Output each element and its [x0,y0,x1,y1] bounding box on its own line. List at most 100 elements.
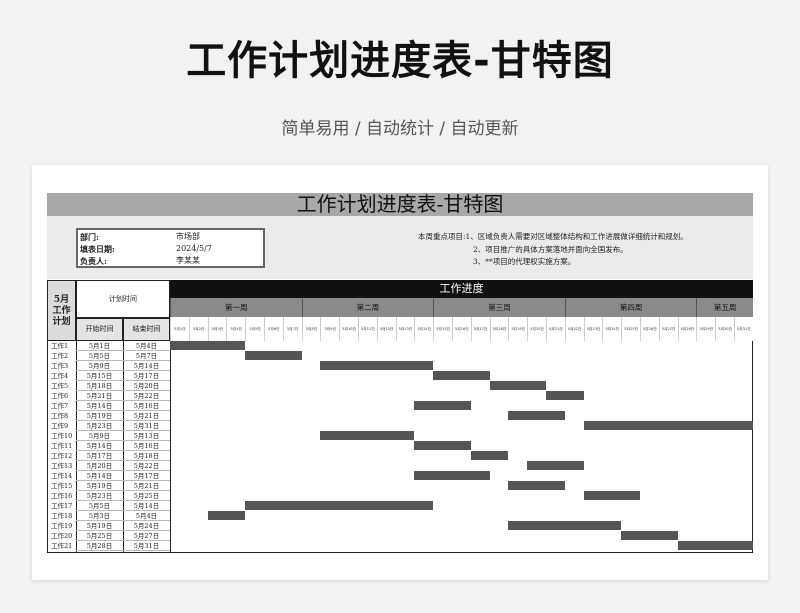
day-header: 5月19日 [508,317,528,341]
task-name: 工作17 [51,502,73,510]
row-divider [76,550,170,551]
task-name: 工作16 [51,492,73,500]
day-header: 5月12日 [376,317,396,341]
day-header: 5月6日 [264,317,283,341]
gantt-bar [433,371,490,380]
week-header: 第二周 [301,298,434,317]
column-divider [170,341,171,553]
gantt-bar [414,471,490,480]
task-name: 工作3 [51,362,69,370]
note-line: 本周重点项目:1、区域负责人需要对区域整体结构和工作进展做详细统计和规划。 [418,232,688,241]
gantt-bar [170,341,246,350]
gantt-bar [489,381,546,390]
gantt-bar [508,481,565,490]
day-header: 5月29日 [696,317,716,341]
day-header: 5月15日 [433,317,452,341]
progress-header: 工作进度 [170,280,753,298]
day-header: 5月2日 [188,317,208,341]
department-value: 市场部 [176,232,200,241]
day-header: 5月20日 [527,317,546,341]
day-header: 5月28日 [677,317,697,341]
task-name: 工作19 [51,522,73,530]
info-row-owner: 负责人: 李某某 [80,255,263,267]
day-header: 5月16日 [452,317,471,341]
month-label: 5月 工作 计划 [52,295,71,327]
day-header: 5月5日 [245,317,264,341]
day-header: 5月18日 [489,317,509,341]
day-header: 5月9日 [320,317,340,341]
task-name: 工作12 [51,452,73,460]
day-header: 5月3日 [207,317,227,341]
gantt-bar [245,501,434,510]
week-header: 第一周 [170,298,302,317]
task-name: 工作2 [51,352,69,360]
day-header: 5月8日 [301,317,321,341]
day-header: 5月30日 [715,317,734,341]
day-header: 5月4日 [226,317,246,341]
task-name: 工作13 [51,462,73,470]
gantt-bar [546,391,584,400]
gantt-bar [245,351,302,360]
day-header: 5月11日 [358,317,377,341]
note-line: 2、项目推广的具体方案落地并面向全国发布。 [473,244,628,254]
end-time-header: 结束时间 [123,318,170,341]
day-header: 5月1日 [170,317,189,341]
day-header: 5月25日 [621,317,640,341]
gantt-bar [320,431,415,440]
gantt-bar [583,491,640,500]
day-header: 5月17日 [470,317,490,341]
gantt-bar [508,411,565,420]
task-name: 工作6 [51,392,69,400]
task-name: 工作4 [51,372,69,380]
task-name: 工作11 [51,442,73,450]
sheet-title: 工作计划进度表-甘特图 [47,193,753,216]
week-header: 第四周 [564,298,697,317]
task-name: 工作21 [51,542,73,550]
date-value: 2024/5/7 [176,244,212,253]
gantt-bar [621,531,678,540]
gantt-bar [527,461,584,470]
department-label: 部门: [80,232,99,242]
day-header: 5月14日 [414,317,434,341]
task-name: 工作10 [51,432,73,440]
task-name: 工作1 [51,342,69,350]
week-header: 第五周 [696,298,753,317]
plan-time-header: 计划时间 [76,280,170,318]
info-row-department: 部门: 市场部 [80,231,263,243]
info-row-date: 填表日期: 2024/5/7 [80,243,263,255]
note-line: 3、**项目的代理权实施方案。 [473,257,576,266]
gantt-bar [207,511,246,520]
day-header: 5月22日 [564,317,584,341]
gantt-bar [508,521,622,530]
task-name: 工作20 [51,532,73,540]
day-header: 5月13日 [395,317,415,341]
task-name: 工作5 [51,382,69,390]
gantt-bar [677,541,753,550]
day-header: 5月24日 [602,317,622,341]
gantt-bar [414,441,471,450]
day-header: 5月31日 [734,317,753,341]
date-label: 填表日期: [80,244,115,254]
day-header: 5月23日 [583,317,603,341]
task-name: 工作9 [51,422,69,430]
gantt-bar [320,361,434,370]
gantt-bar [583,421,753,430]
day-header: 5月21日 [546,317,565,341]
gantt-bar [470,451,509,460]
week-header: 第三周 [433,298,565,317]
owner-value: 李某某 [176,256,200,265]
page-title: 工作计划进度表-甘特图 [186,38,614,84]
day-header: 5月10日 [339,317,358,341]
month-header: 5月 工作 计划 [47,280,76,341]
day-header: 5月27日 [658,317,678,341]
info-box: 部门: 市场部 填表日期: 2024/5/7 负责人: 李某某 [76,228,265,268]
task-name: 工作18 [51,512,73,520]
gantt-bar [414,401,471,410]
task-name: 工作7 [51,402,69,410]
weekly-notes: 本周重点项目:1、区域负责人需要对区域整体结构和工作进展做详细统计和规划。 2、… [418,231,688,269]
page-subtitle: 简单易用 / 自动统计 / 自动更新 [281,119,519,139]
owner-label: 负责人: [80,256,107,266]
task-name: 工作15 [51,482,73,490]
task-name: 工作8 [51,412,69,420]
task-name: 工作14 [51,472,73,480]
